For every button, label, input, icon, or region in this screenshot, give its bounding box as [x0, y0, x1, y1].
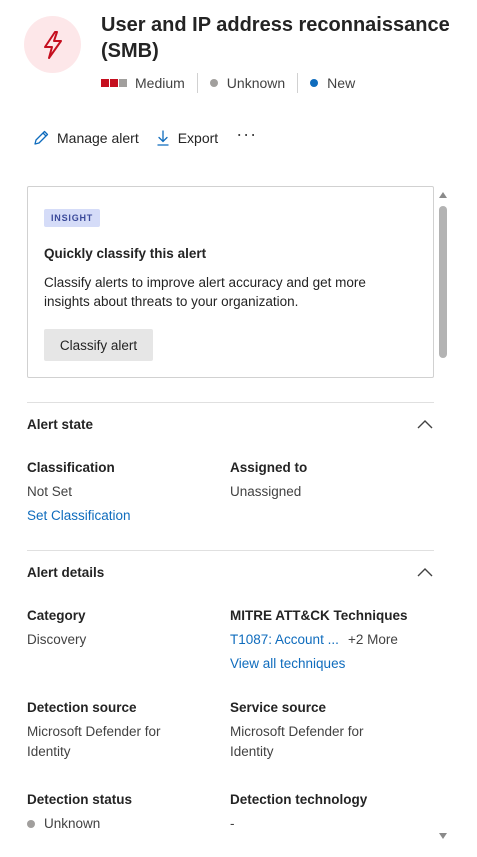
export-button[interactable]: Export: [155, 129, 218, 147]
alert-details-panel[interactable]: INSIGHT Quickly classify this alert Clas…: [0, 178, 477, 857]
service-source-label: Service source: [230, 700, 327, 715]
status-dot-icon: [310, 79, 319, 87]
detection-status-field-label: Detection status: [27, 792, 133, 807]
export-label: Export: [177, 130, 219, 146]
set-classification-link[interactable]: Set Classification: [27, 508, 131, 523]
scrollbar[interactable]: [436, 178, 450, 857]
status-label: New: [327, 75, 356, 91]
manage-alert-button[interactable]: Manage alert: [32, 129, 139, 147]
chevron-up-icon[interactable]: [416, 418, 434, 430]
severity-bar-3: [119, 79, 127, 87]
severity-icon: [101, 79, 127, 87]
severity-bar-1: [101, 79, 109, 87]
mitre-techniques-label: MITRE ATT&CK Techniques: [230, 608, 408, 623]
insight-card: INSIGHT Quickly classify this alert Clas…: [27, 186, 434, 378]
detection-status-field: Unknown: [27, 814, 100, 834]
category-label: Category: [27, 608, 86, 623]
alert-details-header[interactable]: Alert details: [27, 565, 104, 580]
alert-type-icon: [24, 16, 81, 73]
manage-alert-label: Manage alert: [57, 130, 139, 146]
classify-alert-button[interactable]: Classify alert: [44, 329, 153, 361]
detection-technology-value: -: [230, 816, 235, 831]
service-source-value: Microsoft Defender for Identity: [230, 724, 364, 759]
assigned-to-label: Assigned to: [230, 460, 308, 475]
detection-technology-label: Detection technology: [230, 792, 368, 807]
toolbar: Manage alert Export ···: [32, 124, 257, 150]
download-icon: [157, 130, 169, 146]
insight-text: Classify alerts to improve alert accurac…: [44, 275, 366, 309]
scroll-down-arrow-icon[interactable]: [439, 833, 447, 839]
alert-status-row: Medium Unknown New: [101, 72, 355, 94]
scroll-up-arrow-icon[interactable]: [439, 192, 447, 198]
alert-state-header[interactable]: Alert state: [27, 417, 93, 432]
category-value: Discovery: [27, 632, 87, 647]
insight-title: Quickly classify this alert: [44, 246, 207, 261]
assigned-to-value: Unassigned: [230, 484, 302, 499]
detection-status-label: Unknown: [226, 75, 286, 91]
pencil-icon: [34, 130, 49, 145]
mitre-more-count[interactable]: +2 More: [348, 630, 398, 650]
page-title: User and IP address reconnaissance (SMB): [101, 14, 450, 62]
insight-badge: INSIGHT: [44, 209, 101, 227]
severity-bar-2: [110, 79, 118, 87]
lightning-icon: [43, 30, 62, 59]
classification-value: Not Set: [27, 484, 73, 499]
detection-status-dot-icon: [27, 820, 35, 828]
more-options-icon[interactable]: ···: [236, 124, 257, 145]
classification-label: Classification: [27, 460, 115, 475]
view-all-techniques-link[interactable]: View all techniques: [230, 656, 345, 671]
chevron-up-icon[interactable]: [416, 566, 434, 578]
detection-status-dot-icon: [209, 79, 218, 87]
status-divider: [196, 73, 198, 93]
detection-source-value: Microsoft Defender for Identity: [27, 724, 161, 759]
scrollbar-thumb[interactable]: [439, 206, 447, 358]
mitre-technique-link[interactable]: T1087: Account ...: [230, 632, 339, 647]
detection-status-field-value: Unknown: [44, 816, 101, 831]
status-divider: [297, 73, 299, 93]
severity-label: Medium: [135, 75, 185, 91]
detection-source-label: Detection source: [27, 700, 137, 715]
section-divider: [27, 402, 434, 403]
section-divider: [27, 550, 434, 551]
